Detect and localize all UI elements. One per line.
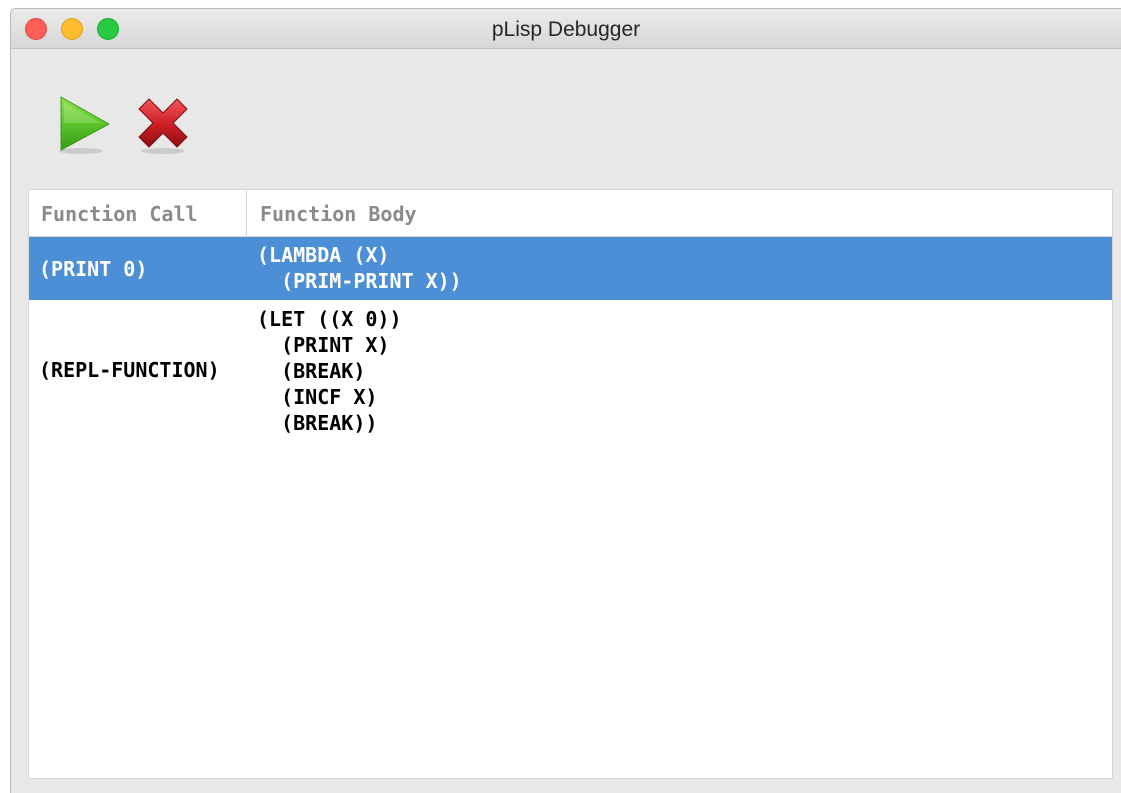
close-x-icon [138,98,188,154]
debugger-window: pLisp Debugger Function Call Function Bo… [10,8,1121,793]
table-row[interactable]: (REPL-FUNCTION) (LET ((X 0)) (PRINT X) (… [29,304,1112,444]
title-bar[interactable]: pLisp Debugger [11,9,1121,49]
column-header-function-call[interactable]: Function Call [41,202,198,226]
continue-button[interactable] [51,93,115,157]
table-header: Function Call Function Body [29,190,1112,237]
window-title: pLisp Debugger [491,18,641,41]
column-header-function-body[interactable]: Function Body [260,202,417,226]
function-call-cell: (PRINT 0) [39,257,148,281]
play-icon [59,96,110,154]
function-body-cell: (LAMBDA (X) (PRIM-PRINT X)) [257,243,462,293]
backtrace-table[interactable]: Function Call Function Body (PRINT 0) (L… [28,189,1113,779]
column-divider[interactable] [246,190,247,237]
table-row[interactable]: (PRINT 0) (LAMBDA (X) (PRIM-PRINT X)) [29,237,1112,300]
function-body-cell: (LET ((X 0)) (PRINT X) (BREAK) (INCF X) … [257,307,402,435]
function-call-cell: (REPL-FUNCTION) [39,358,220,382]
abort-button[interactable] [131,93,195,157]
